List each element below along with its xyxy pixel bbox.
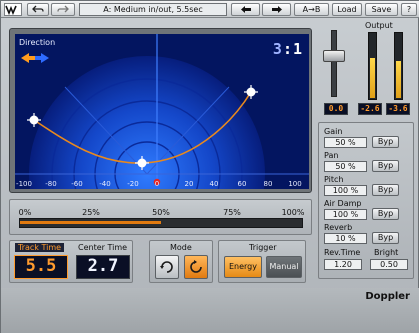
reverb-bypass-button[interactable]: Byp <box>372 232 399 244</box>
pitch-label: Pitch <box>324 175 344 184</box>
left-peak-readout: -2.6 <box>358 103 382 115</box>
x-tick-label: -100 <box>16 180 32 188</box>
x-tick-label: -40 <box>99 180 111 188</box>
master-fader-knob[interactable] <box>323 50 345 62</box>
direction-display[interactable]: Direction 3:1 -100 -80 -60 -40 -20 0 20 … <box>15 34 309 189</box>
progress-label: 75% <box>223 208 241 217</box>
track-time-label: Track Time <box>15 243 65 252</box>
parameter-panel: Gain 50 % Byp Pan 50 % Byp Pitch 100 % B… <box>318 122 414 279</box>
reverb-value[interactable]: 10 % <box>324 233 367 244</box>
center-time-display[interactable]: 2.7 <box>76 255 130 279</box>
loop-icon <box>160 261 173 273</box>
preset-name-field[interactable]: A: Medium in/out, 5.5sec <box>79 3 227 16</box>
redo-icon <box>57 5 69 13</box>
footer: Doppler <box>1 288 419 333</box>
pan-value[interactable]: 50 % <box>324 161 367 172</box>
single-mode-button[interactable] <box>184 255 208 279</box>
track-time-display[interactable]: 5.5 <box>14 255 68 279</box>
x-tick-label: 0 <box>154 180 160 188</box>
progress-label: 0% <box>18 208 32 217</box>
redo-button[interactable] <box>51 3 75 16</box>
previous-preset-button[interactable] <box>231 3 260 16</box>
x-tick-label: 60 <box>237 180 247 188</box>
progress-fill <box>20 221 161 224</box>
progress-track[interactable] <box>19 218 303 228</box>
direction-display-frame: Direction 3:1 -100 -80 -60 -40 -20 0 20 … <box>9 28 312 193</box>
output-label: Output <box>365 21 393 30</box>
pitch-bypass-button[interactable]: Byp <box>372 184 399 196</box>
x-tick-label: -80 <box>45 180 57 188</box>
left-meter-fill <box>370 58 375 98</box>
toolbar: A: Medium in/out, 5.5sec A→B Load Save ? <box>1 1 419 18</box>
progress-label: 50% <box>152 208 170 217</box>
left-meter <box>368 32 377 100</box>
arrow-right-icon <box>271 6 282 13</box>
plugin-window: A: Medium in/out, 5.5sec A→B Load Save ? <box>0 0 419 333</box>
rev-time-value[interactable]: 1.20 <box>324 259 362 270</box>
progress-label: 25% <box>82 208 100 217</box>
undo-button[interactable] <box>27 3 49 16</box>
waves-logo <box>4 3 22 16</box>
trigger-label: Trigger <box>249 243 277 252</box>
x-tick-label: -20 <box>127 180 139 188</box>
right-peak-readout: -3.6 <box>386 103 410 115</box>
energy-trigger-button[interactable]: Energy <box>224 256 262 278</box>
pan-bypass-button[interactable]: Byp <box>372 160 399 172</box>
manual-trigger-button[interactable]: Manual <box>266 256 302 278</box>
trigger-panel: Trigger Energy Manual <box>218 240 306 283</box>
pan-label: Pan <box>324 151 339 160</box>
gain-label: Gain <box>324 127 343 136</box>
arrow-left-icon <box>240 6 251 13</box>
air-damp-value[interactable]: 100 % <box>324 209 367 220</box>
right-meter <box>394 32 403 100</box>
x-tick-label: 100 <box>288 180 302 188</box>
master-fader-track[interactable] <box>331 30 337 97</box>
air-damp-label: Air Damp <box>324 199 362 208</box>
pitch-value[interactable]: 100 % <box>324 185 367 196</box>
direction-label: Direction <box>19 38 56 47</box>
gain-value[interactable]: 50 % <box>324 137 367 148</box>
x-tick-label: -60 <box>71 180 83 188</box>
air-damp-bypass-button[interactable]: Byp <box>372 208 399 220</box>
loop-mode-button[interactable] <box>155 255 179 279</box>
rev-time-label: Rev.Time <box>324 248 361 257</box>
loop-once-icon <box>190 260 202 273</box>
ab-compare-button[interactable]: A→B <box>294 3 329 16</box>
x-tick-label: 40 <box>209 180 219 188</box>
help-button[interactable]: ? <box>401 3 417 16</box>
load-button[interactable]: Load <box>332 3 362 16</box>
mode-label: Mode <box>170 243 192 252</box>
undo-icon <box>32 5 44 13</box>
reverb-label: Reverb <box>324 223 353 232</box>
mode-panel: Mode <box>149 240 213 283</box>
save-button[interactable]: Save <box>365 3 398 16</box>
bright-value[interactable]: 0.50 <box>370 259 408 270</box>
x-tick-label: 80 <box>263 180 273 188</box>
bright-label: Bright <box>374 248 399 257</box>
x-tick-label: 20 <box>184 180 194 188</box>
center-time-label: Center Time <box>78 243 128 252</box>
time-panel: Track Time 5.5 Center Time 2.7 <box>9 240 133 283</box>
progress-panel: 0% 25% 50% 75% 100% <box>9 199 312 235</box>
next-preset-button[interactable] <box>262 3 291 16</box>
progress-label: 100% <box>281 208 305 217</box>
direction-graph <box>15 34 309 189</box>
right-meter-fill <box>396 61 401 98</box>
brand-name: Doppler <box>365 291 410 302</box>
master-gain-readout[interactable]: 0.0 <box>324 103 348 115</box>
cycle-counter: 3:1 <box>272 40 303 58</box>
gain-bypass-button[interactable]: Byp <box>372 136 399 148</box>
